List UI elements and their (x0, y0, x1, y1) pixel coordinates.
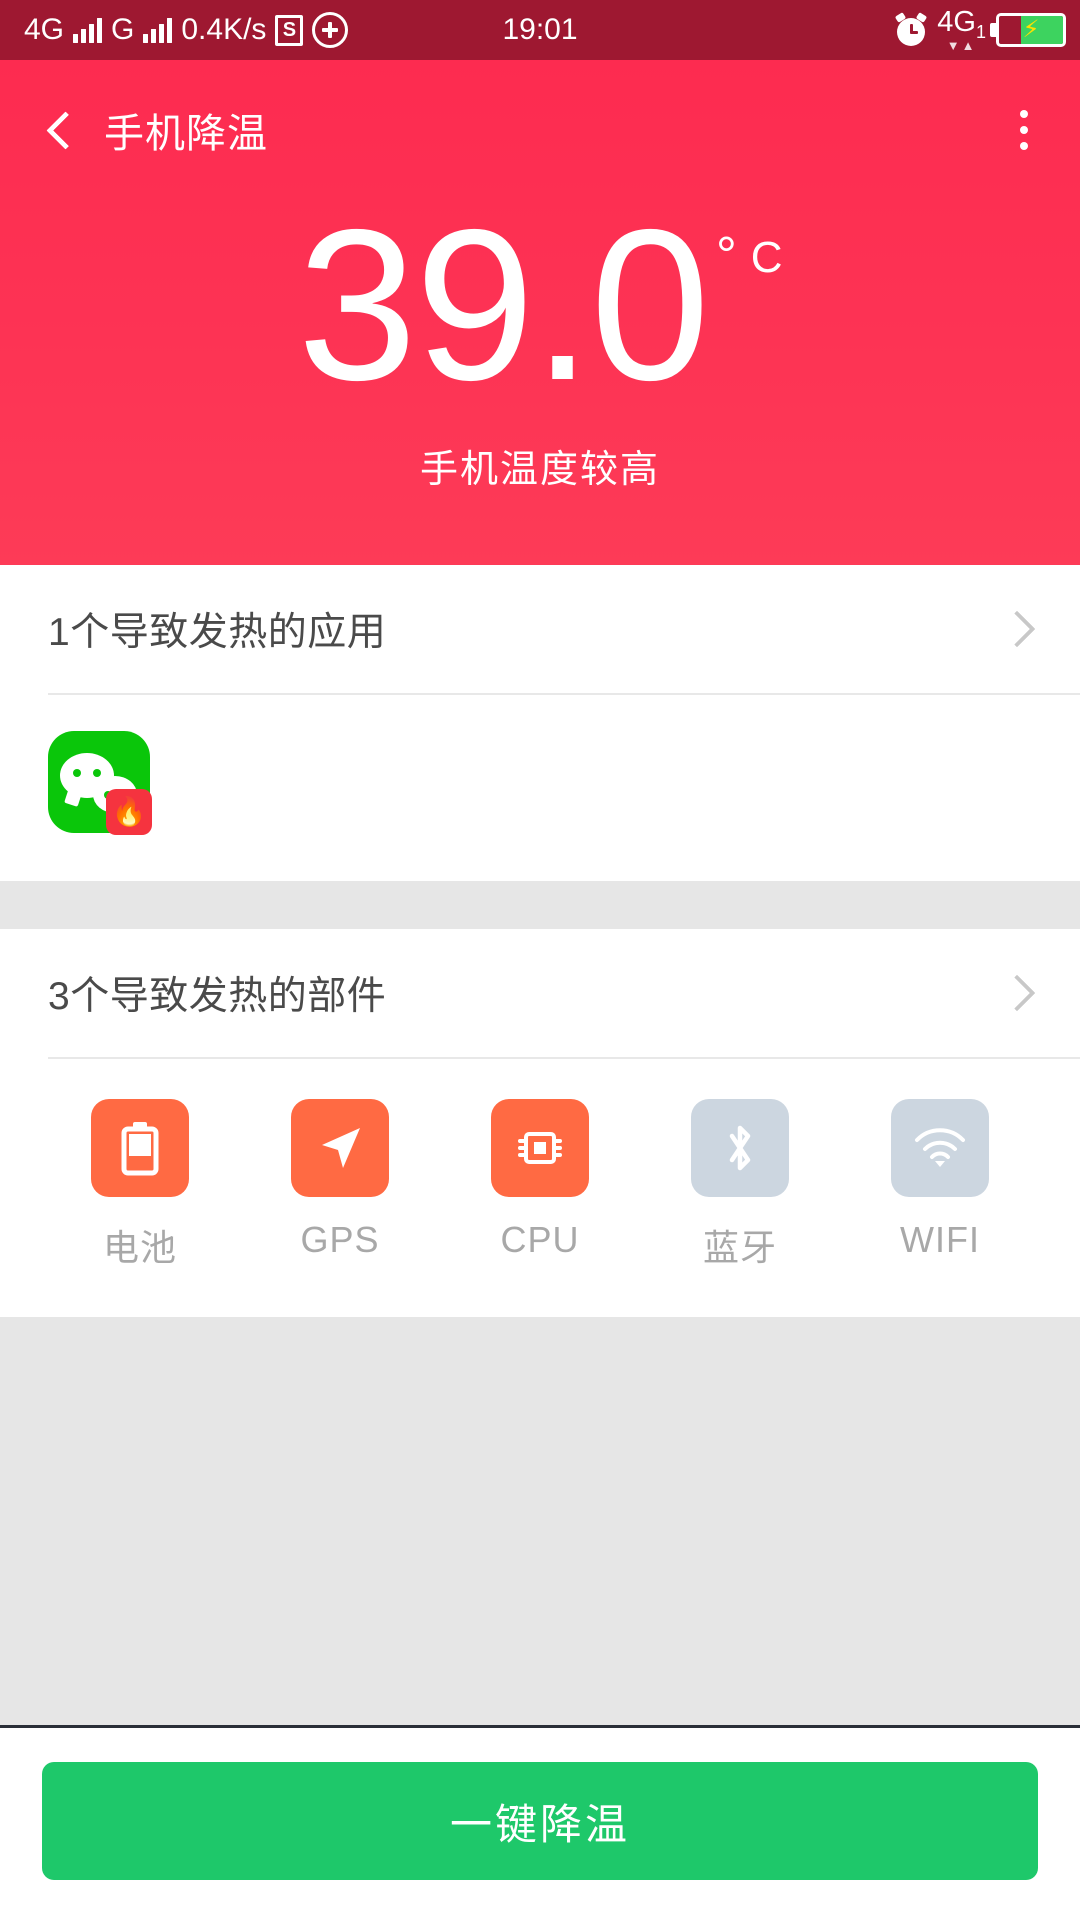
overflow-menu-button[interactable] (1002, 108, 1046, 152)
status-bar-right: 4G1 ▼▲ ⚡ (895, 8, 1066, 52)
one-key-cool-button[interactable]: 一键降温 (42, 1762, 1038, 1880)
temperature-hero-panel: 手机降温 39.0 ° C 手机温度较高 (0, 60, 1080, 565)
back-button[interactable] (40, 110, 80, 150)
parts-section-header[interactable]: 3个导致发热的部件 (0, 929, 1080, 1057)
sim2-label: 4G (937, 6, 976, 39)
temperature-value: 39.0 (297, 184, 709, 425)
s-badge-icon: S (275, 14, 304, 46)
apps-list: 🔥 (0, 695, 1080, 881)
network-type-label: 4G (24, 13, 65, 46)
part-label: 蓝牙 (702, 1227, 777, 1268)
bluetooth-icon (691, 1099, 789, 1197)
alarm-clock-icon (895, 12, 928, 46)
chevron-right-icon[interactable] (1002, 976, 1036, 1010)
list-item[interactable]: 🔥 (48, 731, 152, 835)
temperature-unit: ° C (716, 230, 783, 282)
cpu-chip-icon (491, 1099, 589, 1197)
status-bar-left: 4G G 0.4K/s S (24, 12, 349, 48)
footer-bar: 一键降温 (0, 1728, 1080, 1920)
battery-charging-icon: ⚡ (990, 12, 1066, 47)
parts-section-title: 3个导致发热的部件 (48, 975, 387, 1018)
phone-cooling-screen: 4G G 0.4K/s S 19:01 4G1 ▼▲ ⚡ 手机降温 39.0 °… (0, 0, 1080, 1920)
secondary-network-label: G (111, 13, 135, 46)
apps-section-header[interactable]: 1个导致发热的应用 (0, 565, 1080, 693)
part-item-battery[interactable]: 电池 (40, 1099, 240, 1271)
part-label: CPU (500, 1219, 580, 1260)
battery-icon (91, 1099, 189, 1197)
section-gap-1 (0, 881, 1080, 929)
location-arrow-icon (291, 1099, 389, 1197)
chevron-right-icon[interactable] (1002, 612, 1036, 646)
part-item-wifi[interactable]: WIFI (840, 1099, 1040, 1271)
part-item-cpu[interactable]: CPU (440, 1099, 640, 1271)
bottom-spacer (0, 1317, 1080, 1725)
degree-symbol: ° (715, 227, 737, 285)
status-bar: 4G G 0.4K/s S 19:01 4G1 ▼▲ ⚡ (0, 0, 1080, 60)
charging-bolt-icon: ⚡ (1022, 15, 1040, 43)
part-label: 电池 (102, 1227, 177, 1268)
sim2-index: 1 (975, 21, 986, 42)
data-rate-label: 0.4K/s (181, 13, 267, 46)
celsius-label: C (750, 233, 783, 282)
part-label: WIFI (900, 1219, 980, 1260)
apps-section: 1个导致发热的应用 🔥 (0, 565, 1080, 881)
part-item-gps[interactable]: GPS (240, 1099, 440, 1271)
parts-section: 3个导致发热的部件 电池 GPS CPU 蓝牙 WIFI (0, 929, 1080, 1317)
circled-plus-icon (312, 12, 349, 48)
temperature-block: 39.0 ° C 手机温度较高 (0, 184, 1080, 493)
signal-bars-icon-2 (143, 17, 173, 43)
wifi-icon (891, 1099, 989, 1197)
flame-icon: 🔥 (106, 789, 152, 835)
apps-section-title: 1个导致发热的应用 (48, 611, 387, 654)
part-item-bluetooth[interactable]: 蓝牙 (640, 1099, 840, 1271)
data-arrows-icon: ▼▲ (946, 37, 977, 53)
temperature-status-text: 手机温度较高 (419, 449, 660, 492)
signal-bars-icon-1 (73, 17, 103, 43)
parts-grid: 电池 GPS CPU 蓝牙 WIFI (0, 1059, 1080, 1317)
flame-glyph: 🔥 (111, 796, 147, 827)
page-title: 手机降温 (104, 112, 268, 156)
app-bar: 手机降温 (0, 60, 1080, 200)
part-label: GPS (300, 1219, 380, 1260)
sim2-network-indicator: 4G1 ▼▲ (937, 8, 986, 52)
